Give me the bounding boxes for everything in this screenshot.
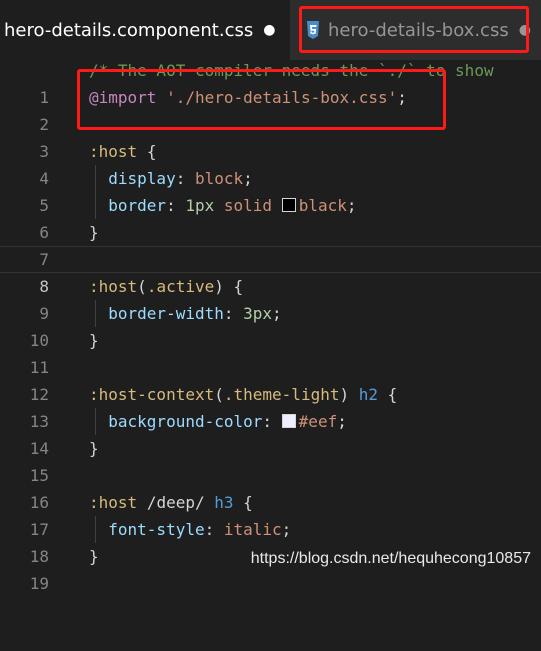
color-swatch-icon[interactable] — [281, 198, 296, 212]
code-line: 10 border-width: 3px; — [0, 300, 541, 350]
value: solid — [223, 196, 273, 215]
semicolon: ; — [337, 412, 347, 431]
line-number: 19 — [29, 574, 49, 593]
watermark: https://blog.csdn.net/hequhecong10857 — [250, 550, 531, 567]
code-line: 5 display: block; — [0, 165, 541, 215]
colon: : — [175, 169, 186, 188]
property: background-color — [108, 412, 263, 431]
tag-selector: h3 — [214, 493, 234, 512]
colon: : — [204, 520, 215, 539]
brace: { — [233, 277, 244, 296]
brace: } — [89, 331, 99, 350]
selector: :host — [89, 142, 138, 161]
code-line: 16 — [0, 462, 541, 512]
highlight-box-import — [77, 69, 446, 130]
tab-label: hero-details.component.css — [4, 19, 254, 41]
property: font-style — [108, 520, 205, 539]
number-value: 1px — [185, 196, 215, 215]
number-value: 3px — [243, 304, 273, 323]
tab-hero-details-component-css[interactable]: hero-details.component.css ● — [0, 0, 290, 60]
code-line: 7 } — [0, 219, 541, 269]
brace: { — [387, 385, 398, 404]
brace: } — [89, 547, 99, 566]
code-line: 12 — [0, 354, 541, 404]
deep-combinator: /deep/ — [146, 493, 205, 512]
paren: ( — [214, 385, 224, 404]
code-line: 18 font-style: italic; — [0, 516, 541, 566]
paren: ) — [339, 385, 350, 404]
colon: : — [223, 304, 234, 323]
color-value: #eef — [298, 412, 338, 431]
property: display — [108, 169, 176, 188]
semicolon: ; — [281, 520, 292, 539]
class-selector: .theme-light — [223, 385, 340, 404]
value: block — [194, 169, 244, 188]
semicolon: ; — [272, 304, 282, 323]
semicolon: ; — [346, 196, 357, 215]
selector: :host — [89, 277, 138, 296]
code-line: 14 background-color: #eef; — [0, 408, 541, 458]
brace: { — [146, 142, 157, 161]
code-line: 13 :host-context(.theme-light) h2 { — [0, 381, 541, 431]
value: italic — [223, 520, 282, 539]
brace: { — [243, 493, 253, 512]
code-line: 4 :host { — [0, 138, 541, 188]
paren: ) — [214, 277, 224, 296]
class-selector: .active — [146, 277, 215, 296]
code-line: 11 } — [0, 327, 541, 377]
property: border-width — [108, 304, 224, 323]
color-value: black — [298, 196, 347, 215]
colon: : — [166, 196, 176, 215]
property: border — [108, 196, 167, 215]
tag-selector: h2 — [358, 385, 379, 404]
code-line: 8 — [0, 246, 541, 296]
code-line: 6 border: 1px solid black; — [0, 192, 541, 242]
brace: } — [89, 223, 99, 242]
semicolon: ; — [243, 169, 253, 188]
code-line: 17 :host /deep/ h3 { — [0, 489, 541, 539]
highlight-box-tab — [299, 6, 529, 53]
code-line: 9 :host(.active) { — [0, 273, 541, 323]
paren: ( — [137, 277, 147, 296]
color-swatch-icon[interactable] — [281, 414, 296, 428]
colon: : — [262, 412, 273, 431]
unsaved-dot-icon[interactable]: ● — [263, 22, 275, 38]
selector: :host-context — [89, 385, 215, 404]
code-editor[interactable]: 1 /* The AOT compiler needs the `./` to … — [0, 60, 541, 593]
code-line: 15 } — [0, 435, 541, 485]
selector: :host — [89, 493, 138, 512]
brace: } — [89, 439, 99, 458]
